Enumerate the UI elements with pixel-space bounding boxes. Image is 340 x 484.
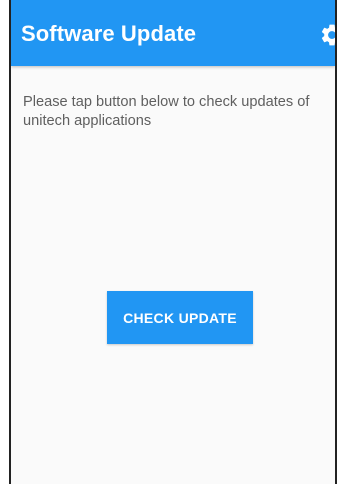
app-screen: Software Update Please tap button below … [9,0,337,484]
app-title: Software Update [21,21,197,46]
update-instructions: Please tap button below to check updates… [23,94,310,129]
settings-button[interactable] [319,22,335,48]
app-bar: Software Update [11,0,335,66]
gear-icon [321,24,335,46]
check-update-button[interactable]: CHECK UPDATE [107,291,253,344]
